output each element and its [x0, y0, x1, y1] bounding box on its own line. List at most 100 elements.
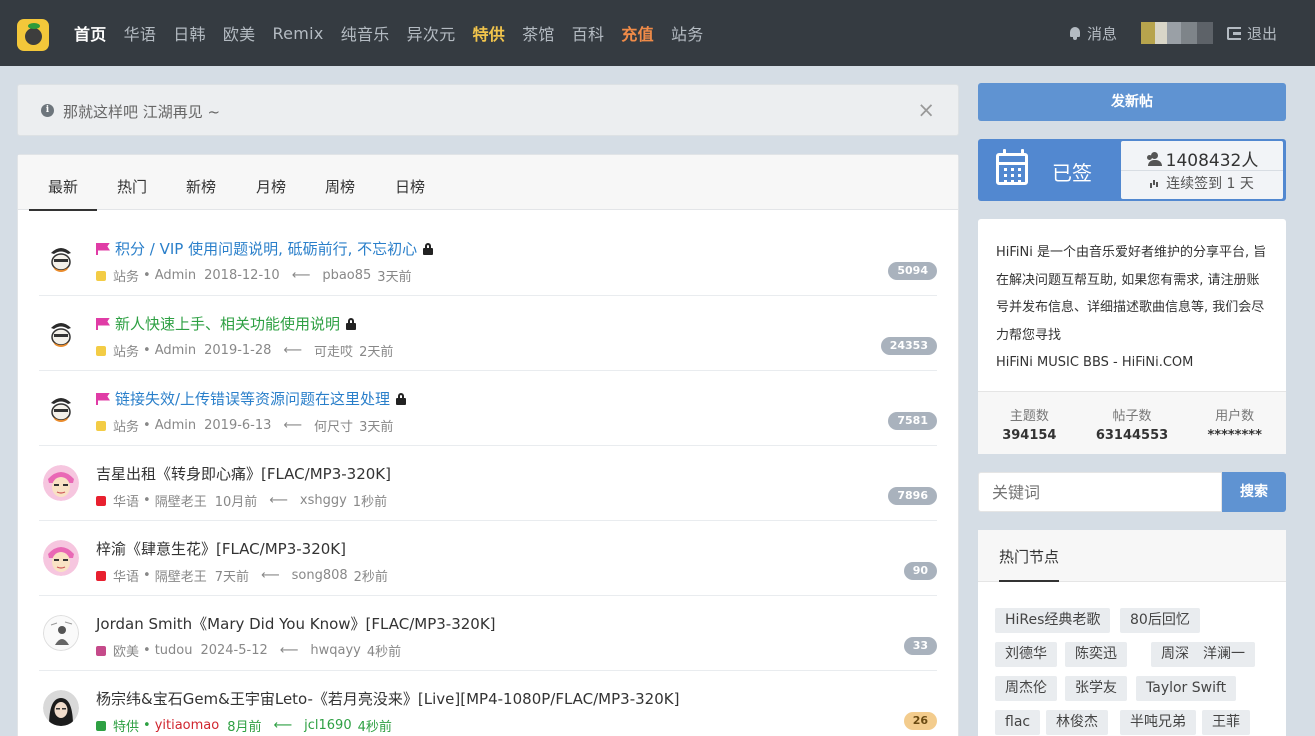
nav-item[interactable]: 日韩	[173, 21, 206, 45]
thread-author[interactable]: Admin	[155, 268, 196, 283]
last-reply-time: 2秒前	[353, 570, 388, 585]
author-avatar[interactable]	[43, 390, 79, 426]
tab-monthly[interactable]: 月榜	[243, 155, 299, 210]
thread-category[interactable]: 欧美	[113, 641, 139, 660]
thread-title[interactable]: 积分 / VIP 使用问题说明, 砥砺前行, 不忘初心	[115, 238, 417, 259]
thread-row[interactable]: 吉星出租《转身即心痛》[FLAC/MP3-320K] 华语 • 隔壁老王 10月前 ⟵ xs…	[39, 446, 937, 521]
hot-nodes-header: 热门节点	[978, 530, 1286, 582]
tab-new-rank[interactable]: 新榜	[173, 155, 229, 210]
last-reply-user[interactable]: xshggy	[300, 493, 347, 508]
last-reply-user[interactable]: hwqayy	[310, 643, 360, 658]
thread-row[interactable]: 梓渝《肆意生花》[FLAC/MP3-320K] 华语 • 隔壁老王 7天前 ⟵ song80…	[39, 521, 937, 596]
user-avatar[interactable]	[1140, 22, 1213, 44]
hot-tag[interactable]: HiRes经典老歌	[995, 608, 1111, 633]
hot-tag[interactable]: 周杰伦	[995, 676, 1057, 701]
new-post-button[interactable]: 发新帖	[978, 83, 1286, 121]
last-reply-user[interactable]: pbao85	[322, 268, 371, 283]
thread-category[interactable]: 站务	[113, 266, 139, 285]
thread-author[interactable]: 隔壁老王	[155, 491, 207, 510]
hot-tag[interactable]: 80后回忆	[1120, 608, 1200, 633]
thread-title-row: 新人快速上手、相关功能使用说明	[96, 313, 357, 334]
nav-item[interactable]: 茶馆	[522, 21, 555, 45]
thread-author[interactable]: 隔壁老王	[155, 566, 207, 585]
author-avatar[interactable]	[43, 465, 79, 501]
tab-weekly[interactable]: 周榜	[312, 155, 368, 210]
last-reply-user[interactable]: 可走哎	[314, 341, 353, 360]
hot-tag[interactable]: 林俊杰	[1046, 710, 1108, 735]
thread-author[interactable]: tudou	[155, 643, 193, 658]
nav-item[interactable]: 首页	[74, 21, 107, 45]
thread-title[interactable]: 梓渝《肆意生花》[FLAC/MP3-320K]	[96, 538, 346, 559]
category-color-icon	[96, 270, 106, 281]
author-avatar[interactable]	[43, 690, 79, 726]
thread-list-card: 最新 热门 新榜 月榜 周榜 日榜 积分 / VIP 使用问题说明, 砥砺前行,…	[17, 154, 959, 736]
last-reply-user[interactable]: jcl1690	[304, 718, 351, 733]
reply-count-badge: 26	[903, 712, 937, 730]
thread-meta: 华语 • 隔壁老王 7天前 ⟵ song808 2秒前	[96, 566, 388, 585]
nav-item[interactable]: 纯音乐	[341, 21, 390, 45]
thread-author[interactable]: Admin	[155, 343, 196, 358]
thread-category[interactable]: 站务	[113, 341, 139, 360]
thread-author[interactable]: Admin	[155, 418, 196, 433]
hot-tag[interactable]: 张学友	[1065, 676, 1127, 701]
signed-status[interactable]: 已签	[1052, 157, 1092, 186]
thread-row[interactable]: 链接失效/上传错误等资源问题在这里处理 站务 • Admin 2019-6-13 ⟵ 何尺寸…	[39, 371, 937, 446]
close-icon[interactable]: ×	[917, 100, 935, 121]
thread-row[interactable]: Jordan Smith《Mary Did You Know》[FLAC/MP3…	[39, 596, 937, 671]
thread-category[interactable]: 华语	[113, 566, 139, 585]
nav-item[interactable]: 站务	[671, 21, 704, 45]
thread-title[interactable]: 吉星出租《转身即心痛》[FLAC/MP3-320K]	[96, 463, 391, 484]
author-avatar[interactable]	[43, 540, 79, 576]
thread-title[interactable]: 新人快速上手、相关功能使用说明	[115, 313, 340, 334]
nav-item[interactable]: 华语	[124, 21, 157, 45]
signin-streak: 连续签到 1 天	[1121, 173, 1283, 193]
hot-tag[interactable]: 刘德华	[995, 642, 1057, 667]
hot-tag[interactable]: 半吨兄弟	[1120, 710, 1196, 735]
hot-tag[interactable]: 周深	[1151, 642, 1199, 667]
thread-title[interactable]: 杨宗纬&宝石Gem&王宇宙Leto-《若月亮没来》[Live][MP4-1080…	[96, 688, 679, 709]
hot-tag[interactable]: 王菲	[1202, 710, 1250, 735]
author-avatar[interactable]	[43, 315, 79, 351]
lock-icon	[346, 317, 357, 330]
thread-title[interactable]: Jordan Smith《Mary Did You Know》[FLAC/MP3…	[96, 613, 496, 634]
stat-value: ********	[1207, 428, 1262, 443]
nav-item[interactable]: 异次元	[407, 21, 456, 45]
author-avatar[interactable]	[43, 615, 79, 651]
thread-title[interactable]: 链接失效/上传错误等资源问题在这里处理	[115, 388, 390, 409]
nav-item[interactable]: 百科	[572, 21, 605, 45]
main-nav: 首页 华语 日韩 欧美 Remix 纯音乐 异次元 特供 茶馆 百科 充值 站务	[74, 0, 721, 66]
nav-item[interactable]: 欧美	[223, 21, 256, 45]
nav-item[interactable]: 特供	[473, 21, 506, 45]
thread-category[interactable]: 站务	[113, 416, 139, 435]
search-button[interactable]: 搜索	[1222, 472, 1286, 512]
thread-row[interactable]: 新人快速上手、相关功能使用说明 站务 • Admin 2019-1-28 ⟵ 可走哎 2天前 2…	[39, 296, 937, 371]
messages-link[interactable]: 消息	[1069, 23, 1117, 44]
reply-count-badge: 90	[903, 562, 937, 580]
stat-label: 帖子数	[1112, 409, 1152, 424]
thread-category[interactable]: 华语	[113, 491, 139, 510]
thread-row[interactable]: 积分 / VIP 使用问题说明, 砥砺前行, 不忘初心 站务 • Admin 2018-…	[39, 221, 937, 296]
hot-tag[interactable]: flac	[995, 710, 1041, 735]
notice-bar: i 那就这样吧 江湖再见 ~ ×	[17, 84, 959, 136]
stat-value: 394154	[1002, 428, 1057, 443]
hot-tag[interactable]: Taylor Swift	[1136, 676, 1237, 701]
thread-author[interactable]: yitiaomao	[155, 718, 220, 733]
hot-tag[interactable]: 陈奕迅	[1065, 642, 1127, 667]
logout-link[interactable]: 退出	[1226, 23, 1277, 44]
last-reply-user[interactable]: 何尺寸	[314, 416, 353, 435]
reply-count-badge: 24353	[880, 337, 937, 355]
hot-tag[interactable]: 洋澜一	[1193, 642, 1255, 667]
tab-latest[interactable]: 最新	[29, 155, 97, 211]
thread-category[interactable]: 特供	[113, 716, 139, 735]
site-logo[interactable]	[17, 19, 49, 51]
tab-hot[interactable]: 热门	[104, 155, 160, 210]
nav-item[interactable]: 充值	[621, 21, 654, 45]
last-reply-user[interactable]: song808	[292, 568, 348, 583]
logout-label: 退出	[1246, 24, 1277, 43]
thread-row[interactable]: 杨宗纬&宝石Gem&王宇宙Leto-《若月亮没来》[Live][MP4-1080…	[39, 671, 937, 736]
search-input[interactable]	[978, 472, 1222, 512]
about-panel: HiFiNi 是一个由音乐爱好者维护的分享平台, 旨在解决问题互帮互助, 如果您…	[978, 219, 1286, 454]
tab-daily[interactable]: 日榜	[382, 155, 438, 210]
author-avatar[interactable]	[43, 240, 79, 276]
nav-item[interactable]: Remix	[272, 24, 323, 43]
